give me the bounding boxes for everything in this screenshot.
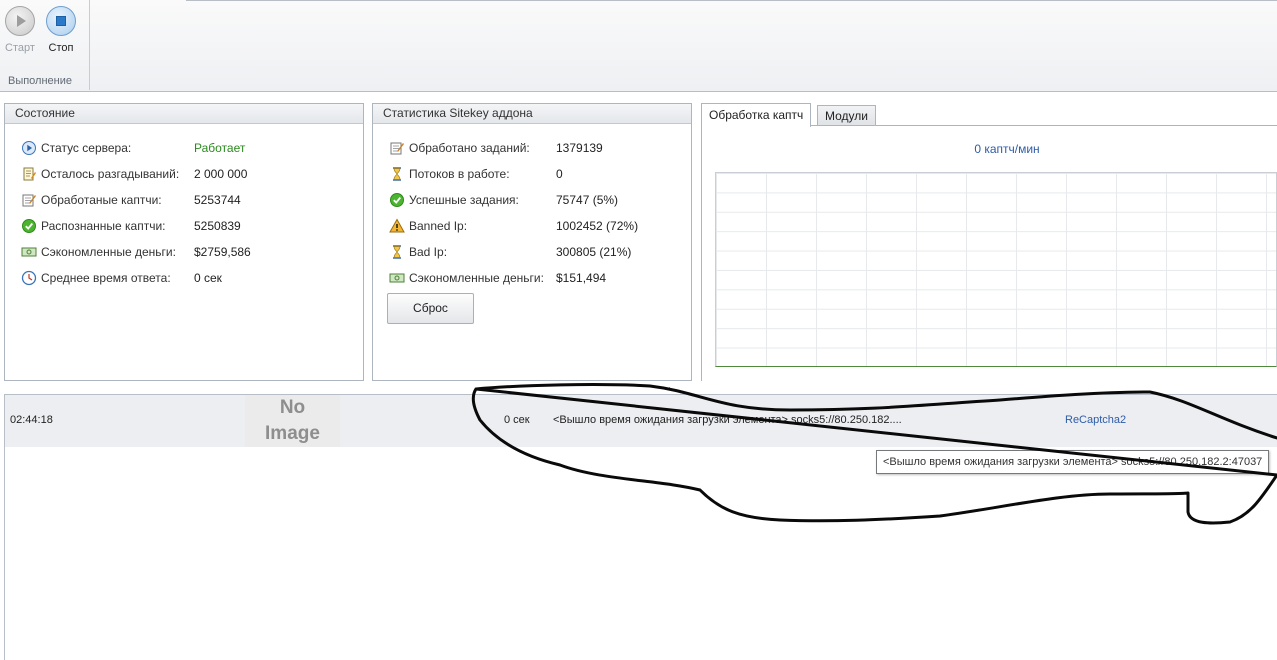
- processed-tasks-label: Обработано заданий:: [409, 141, 530, 155]
- banned-ip-row: Banned Ip: 1002452 (72%): [389, 217, 679, 235]
- log-duration: 0 сек: [504, 414, 530, 426]
- remaining-solves-value: 2 000 000: [194, 167, 248, 181]
- stop-button[interactable]: Стоп: [41, 6, 81, 54]
- server-status-label: Статус сервера:: [41, 141, 132, 155]
- server-status-row: Статус сервера: Работает: [21, 139, 351, 157]
- captcha-log-list: 02:44:18 No Image 0 сек <Вышло время ожид…: [4, 394, 1277, 660]
- sitekey-saved-money-row: Сэкономленные деньги: $151,494: [389, 269, 679, 287]
- threads-value: 0: [556, 167, 563, 181]
- execution-group-label: Выполнение: [7, 75, 73, 87]
- bad-ip-row: Bad Ip: 300805 (21%): [389, 243, 679, 261]
- start-button[interactable]: Старт: [0, 6, 40, 54]
- recognized-captchas-label: Распознанные каптчи:: [41, 219, 166, 233]
- server-status-value: Работает: [194, 141, 246, 155]
- bad-ip-label: Bad Ip:: [409, 245, 448, 259]
- sitekey-panel-title: Статистика Sitekey аддона: [373, 104, 691, 124]
- state-panel: Состояние Статус сервера: Работает Остал…: [4, 103, 364, 381]
- hourglass-icon: [393, 245, 401, 259]
- hourglass-icon: [393, 167, 401, 181]
- money-icon: [389, 273, 405, 283]
- processed-tasks-value: 1379139: [556, 141, 603, 155]
- play-icon: [5, 6, 35, 36]
- remaining-solves-label: Осталось разгадываний:: [41, 167, 180, 181]
- log-captcha-type: ReCaptcha2: [1065, 414, 1127, 426]
- ribbon-tab-border: [186, 0, 1277, 1]
- captcha-rate-label: 0 каптч/мин: [974, 142, 1040, 156]
- sitekey-saved-money-label: Сэкономленные деньги:: [409, 271, 544, 285]
- play-circle-icon: [22, 141, 36, 155]
- clock-icon: [21, 270, 37, 286]
- start-button-label: Старт: [5, 42, 35, 54]
- sitekey-stats-panel: Статистика Sitekey аддона Обработано зад…: [372, 103, 692, 381]
- captcha-rate-graph: [715, 172, 1277, 367]
- warning-icon: [389, 218, 405, 233]
- execution-group: Старт Стоп Выполнение: [0, 0, 90, 90]
- state-panel-title: Состояние: [5, 104, 363, 124]
- tab-modules[interactable]: Модули: [817, 105, 876, 126]
- recognized-captchas-value: 5250839: [194, 219, 241, 233]
- log-message-tooltip: <Вышло время ожидания загрузки элемента>…: [876, 450, 1270, 474]
- processed-tasks-row: Обработано заданий: 1379139: [389, 139, 679, 157]
- processed-captchas-row: Обработаные каптчи: 5253744: [21, 191, 351, 209]
- saved-money-value: $2759,586: [194, 245, 251, 259]
- processed-captchas-label: Обработаные каптчи:: [41, 193, 162, 207]
- successful-tasks-label: Успешные задания:: [409, 193, 519, 207]
- avg-response-row: Среднее время ответа: 0 сек: [21, 269, 351, 287]
- successful-tasks-row: Успешные задания: 75747 (5%): [389, 191, 679, 209]
- banned-ip-value: 1002452 (72%): [556, 219, 639, 233]
- stop-icon: [46, 6, 76, 36]
- banned-ip-label: Banned Ip:: [409, 219, 468, 233]
- captcha-graph-tabs: Обработка каптч Модули 0 каптч/мин: [701, 103, 1277, 382]
- check-circle-icon: [390, 193, 404, 207]
- ribbon-toolbar: Старт Стоп Выполнение: [0, 0, 1277, 92]
- saved-money-row: Сэкономленные деньги: $2759,586: [21, 243, 351, 261]
- captcha-graph-panel: 0 каптч/мин: [701, 125, 1277, 382]
- tab-captcha-processing[interactable]: Обработка каптч: [701, 103, 812, 127]
- reset-button[interactable]: Сброс: [387, 293, 474, 324]
- bad-ip-value: 300805 (21%): [556, 245, 632, 259]
- log-row[interactable]: 02:44:18 No Image 0 сек <Вышло время ожид…: [5, 395, 1277, 447]
- recognized-captchas-row: Распознанные каптчи: 5250839: [21, 217, 351, 235]
- check-circle-icon: [22, 219, 36, 233]
- money-icon: [21, 247, 37, 257]
- avg-response-label: Среднее время ответа:: [41, 271, 171, 285]
- no-image-placeholder: No Image: [245, 395, 340, 447]
- log-message: <Вышло время ожидания загрузки элемента>…: [553, 414, 902, 426]
- avg-response-value: 0 сек: [194, 271, 222, 285]
- log-time: 02:44:18: [10, 414, 53, 426]
- notepad-icon: [23, 167, 36, 181]
- remaining-solves-row: Осталось разгадываний: 2 000 000: [21, 165, 351, 183]
- threads-label: Потоков в работе:: [409, 167, 510, 181]
- splitter-grip-icon: ·····: [652, 382, 672, 392]
- edit-document-icon: [390, 142, 404, 155]
- threads-row: Потоков в работе: 0: [389, 165, 679, 183]
- processed-captchas-value: 5253744: [194, 193, 241, 207]
- successful-tasks-value: 75747 (5%): [556, 193, 619, 207]
- stop-button-label: Стоп: [48, 42, 74, 54]
- splitter-handle[interactable]: ·····: [0, 381, 1277, 394]
- saved-money-label: Сэкономленные деньги:: [41, 245, 176, 259]
- sitekey-saved-money-value: $151,494: [556, 271, 607, 285]
- edit-document-icon: [22, 194, 36, 207]
